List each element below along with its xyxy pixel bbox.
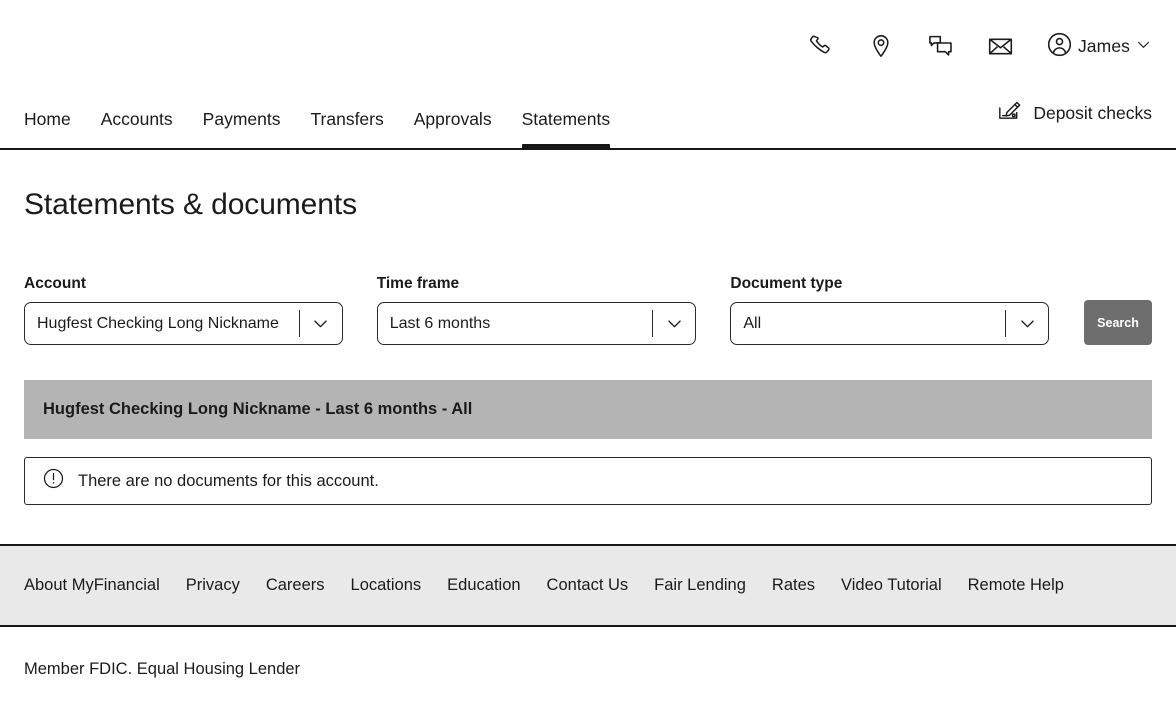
footer-link-video-tutorial[interactable]: Video Tutorial [841,576,942,595]
exclamation-circle-icon [42,467,65,495]
location-pin-icon[interactable] [864,29,898,63]
no-documents-alert-message: There are no documents for this account. [78,471,379,490]
footer-link-privacy[interactable]: Privacy [186,576,240,595]
footer-link-careers[interactable]: Careers [266,576,325,595]
nav-item-list: Home Accounts Payments Transfers Approva… [24,92,626,150]
legal-disclosure-text: Member FDIC. Equal Housing Lender [24,659,301,678]
footer-link-contact-us[interactable]: Contact Us [547,576,629,595]
user-circle-icon [1046,31,1073,61]
search-button[interactable]: Search [1084,300,1152,345]
results-summary-text: Hugfest Checking Long Nickname - Last 6 … [43,400,473,418]
time-frame-select[interactable]: Last 6 months [376,302,697,345]
envelope-icon[interactable] [984,29,1018,63]
footer-link-bar: About MyFinancial Privacy Careers Locati… [0,544,1176,627]
footer-link-about-myfinancial[interactable]: About MyFinancial [24,576,160,595]
document-type-select[interactable]: All [730,302,1050,345]
nav-item-accounts[interactable]: Accounts [86,110,188,149]
time-frame-field-group: Time frame Last 6 months [376,275,697,345]
account-select[interactable]: Hugfest Checking Long Nickname [24,302,343,345]
chevron-down-icon [653,314,695,333]
chevron-down-icon [300,314,342,333]
filters-row: Account Hugfest Checking Long Nickname T… [24,275,1152,345]
check-deposit-pen-icon [997,98,1023,129]
account-select-value: Hugfest Checking Long Nickname [37,314,279,332]
footer-link-rates[interactable]: Rates [772,576,815,595]
no-documents-alert: There are no documents for this account. [24,457,1152,505]
document-type-label: Document type [730,275,843,292]
utility-icon-group: James [804,29,1152,63]
footer-link-remote-help[interactable]: Remote Help [968,576,1064,595]
chevron-down-icon [1006,314,1048,333]
account-label: Account [24,275,86,292]
results-summary-bar: Hugfest Checking Long Nickname - Last 6 … [24,380,1152,439]
deposit-checks-button[interactable]: Deposit checks [997,98,1152,148]
page-body: Statements & documents Account Hugfest C… [0,150,1176,505]
phone-icon[interactable] [804,29,838,63]
nav-item-transfers[interactable]: Transfers [295,110,398,149]
nav-item-approvals[interactable]: Approvals [399,110,507,149]
utility-bar: James [0,0,1176,92]
footer-link-fair-lending[interactable]: Fair Lending [654,576,746,595]
page-title: Statements & documents [24,188,357,221]
time-frame-select-value: Last 6 months [389,314,491,332]
chevron-down-icon [1135,36,1152,56]
document-type-field-group: Document type All [730,275,1050,345]
deposit-checks-label: Deposit checks [1033,103,1152,123]
footer-link-education[interactable]: Education [447,576,520,595]
profile-menu-button[interactable]: James [1046,31,1152,61]
document-type-select-value: All [743,314,762,332]
nav-item-statements[interactable]: Statements [507,110,626,150]
legal-bar: Member FDIC. Equal Housing Lender [0,627,1176,711]
chat-bubbles-icon[interactable] [924,29,958,63]
nav-item-payments[interactable]: Payments [188,110,296,149]
nav-item-home[interactable]: Home [24,110,86,149]
profile-name: James [1077,35,1130,56]
account-field-group: Account Hugfest Checking Long Nickname [24,275,343,345]
time-frame-label: Time frame [376,275,460,292]
main-navigation: Home Accounts Payments Transfers Approva… [0,92,1176,150]
footer-link-locations[interactable]: Locations [351,576,422,595]
